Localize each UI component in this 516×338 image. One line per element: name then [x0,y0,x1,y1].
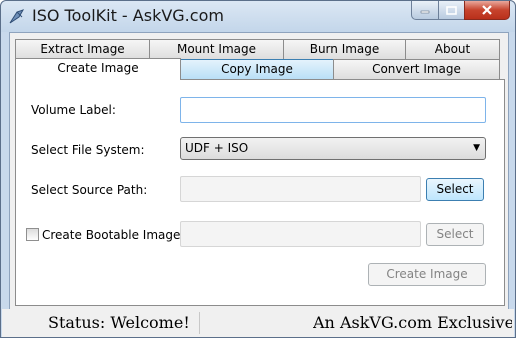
tab-mount-image[interactable]: Mount Image [149,39,284,60]
tab-create-image[interactable]: Create Image [15,58,181,80]
status-text: Status: Welcome! [48,313,190,332]
tab-extract-image[interactable]: Extract Image [15,39,150,60]
boot-image-input[interactable] [180,221,421,247]
minimize-button[interactable] [411,1,438,20]
title-bar[interactable]: ISO ToolKit - AskVG.com [1,1,515,32]
close-icon [482,5,492,15]
volume-label-input[interactable] [180,97,486,123]
tab-convert-image[interactable]: Convert Image [333,59,500,80]
minimize-icon [420,10,430,14]
volume-label-label: Volume Label: [31,103,116,117]
select-source-button[interactable]: Select [426,178,484,201]
source-path-input[interactable] [180,176,421,202]
file-system-label: Select File System: [31,143,145,157]
caption-buttons [411,1,510,21]
status-bar: Status: Welcome! An AskVG.com Exclusive … [2,309,514,337]
window-title: ISO ToolKit - AskVG.com [32,6,224,25]
create-image-panel: Volume Label: Select File System: UDF + … [15,79,505,306]
status-credit: An AskVG.com Exclusive Ap [313,313,512,332]
tab-about[interactable]: About [405,39,500,60]
source-path-label: Select Source Path: [31,183,148,197]
bootable-label[interactable]: Create Bootable Image [42,228,180,242]
app-window: ISO ToolKit - AskVG.com Extract Image Mo… [0,0,516,338]
app-icon [9,9,25,24]
bootable-checkbox[interactable] [26,228,39,241]
file-system-select[interactable]: UDF + ISO ▼ [180,137,486,160]
file-system-value: UDF + ISO [185,141,249,155]
select-boot-image-button[interactable]: Select [426,223,484,246]
status-separator [199,312,200,334]
maximize-button[interactable] [438,1,464,20]
tab-burn-image[interactable]: Burn Image [283,39,406,60]
close-button[interactable] [464,1,510,20]
create-image-button[interactable]: Create Image [368,263,486,286]
client-area: Extract Image Mount Image Burn Image Abo… [9,32,509,310]
maximize-icon [446,5,457,15]
chevron-down-icon: ▼ [473,143,480,153]
tab-copy-image[interactable]: Copy Image [180,59,334,80]
